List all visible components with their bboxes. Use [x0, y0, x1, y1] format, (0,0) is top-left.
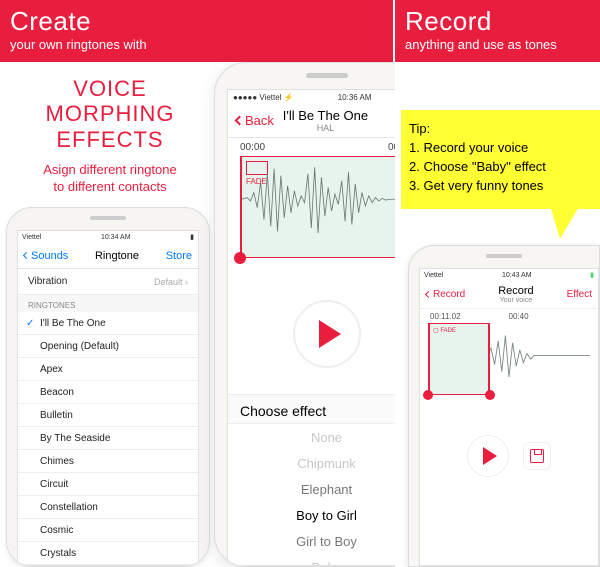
trim-handle-right[interactable]	[485, 390, 495, 400]
ringtone-row[interactable]: Bulletin	[18, 404, 198, 427]
nav-bar: Record Record Your voice Effect	[420, 281, 598, 309]
section-header: RINGTONES	[18, 295, 198, 312]
battery-icon: ▮	[190, 233, 194, 241]
chevron-left-icon	[23, 252, 30, 259]
status-bar: Viettel 10:34 AM ▮	[18, 231, 198, 243]
play-icon	[483, 447, 497, 465]
clock-label: 10:36 AM	[338, 93, 372, 102]
phone-earpiece	[486, 254, 522, 258]
ringtone-row[interactable]: Beacon	[18, 381, 198, 404]
nav-subtitle: HAL	[283, 123, 368, 133]
controls-row	[420, 435, 598, 477]
banner-title: Create	[10, 6, 383, 37]
create-banner: Create your own ringtones with	[0, 0, 393, 62]
waveform-selection[interactable]: ▢ FADE	[428, 323, 490, 395]
tip-callout: Tip: 1. Record your voice 2. Choose "Bab…	[401, 110, 600, 209]
phone-earpiece	[90, 216, 126, 220]
vme-sub: Asign different ringtoneto different con…	[10, 162, 210, 196]
ringtone-row[interactable]: Apex	[18, 358, 198, 381]
phone-earpiece	[306, 73, 348, 78]
save-button[interactable]	[523, 442, 551, 470]
ringtone-row[interactable]: By The Seaside	[18, 427, 198, 450]
phone-right: Viettel 10:43 AM ▮ Record Record Your vo…	[408, 245, 600, 567]
tip-line: 2. Choose "Baby" effect	[409, 158, 592, 177]
back-button[interactable]: Back	[236, 113, 274, 128]
nav-title: Record	[498, 285, 533, 297]
tip-line: 1. Record your voice	[409, 139, 592, 158]
save-icon	[530, 449, 544, 463]
waveform-area[interactable]: ▢ FADE	[428, 323, 590, 395]
play-button[interactable]	[293, 300, 361, 368]
clock-label: 10:34 AM	[101, 234, 131, 241]
chevron-left-icon	[235, 116, 245, 126]
fade-label: ▢ FADE	[433, 327, 456, 334]
phone-small: Viettel 10:34 AM ▮ Sounds Ringtone Store…	[6, 207, 210, 567]
ringtone-row[interactable]: I'll Be The One	[18, 312, 198, 335]
time-start: 00:00	[240, 142, 265, 153]
vibration-row[interactable]: Vibration Default ›	[18, 269, 198, 295]
waveform-icon	[242, 157, 411, 242]
nav-title: I'll Be The One	[283, 108, 368, 123]
record-back-button[interactable]: Record	[426, 289, 465, 300]
battery-icon: ▮	[590, 271, 594, 279]
trim-handle-left[interactable]	[234, 252, 246, 264]
vme-line: EFFECTS	[10, 127, 210, 152]
time-b: 00:40	[509, 312, 529, 321]
waveform-selection[interactable]: FADE	[240, 156, 413, 258]
chevron-left-icon	[425, 291, 432, 298]
store-button[interactable]: Store	[166, 250, 192, 262]
ringtone-row[interactable]: Cosmic	[18, 519, 198, 542]
back-button[interactable]: Sounds	[24, 250, 68, 262]
ringtone-row[interactable]: Constellation	[18, 496, 198, 519]
vibration-value: Default ›	[154, 277, 188, 287]
trim-handles	[240, 258, 413, 276]
play-icon	[319, 320, 341, 348]
carrier-label: Viettel	[424, 272, 443, 279]
right-panel: Record anything and use as tones Tip: 1.…	[395, 0, 600, 567]
play-button[interactable]	[467, 435, 509, 477]
time-labels: 00:11.02 00:40	[420, 309, 598, 323]
banner-subtitle: your own ringtones with	[10, 37, 383, 52]
carrier-label: Viettel	[22, 234, 41, 241]
nav-title-group: I'll Be The One HAL	[283, 108, 368, 133]
banner-title: Record	[405, 6, 590, 37]
nav-title-group: Record Your voice	[498, 285, 533, 304]
nav-subtitle: Your voice	[498, 297, 533, 304]
phone-screen: Viettel 10:34 AM ▮ Sounds Ringtone Store…	[17, 230, 199, 566]
nav-bar: Sounds Ringtone Store	[18, 243, 198, 269]
tip-line: 3. Get very funny tones	[409, 177, 592, 196]
trim-handle-left[interactable]	[423, 390, 433, 400]
vme-line: VOICE	[10, 76, 210, 101]
banner-subtitle: anything and use as tones	[405, 37, 590, 52]
left-panel: Create your own ringtones with VOICE MOR…	[0, 0, 395, 567]
vme-line: MORPHING	[10, 101, 210, 126]
effect-button[interactable]: Effect	[567, 289, 592, 300]
ringtone-row[interactable]: Opening (Default)	[18, 335, 198, 358]
nav-title: Ringtone	[95, 250, 139, 262]
trim-handles	[428, 395, 590, 409]
phone-screen: Viettel 10:43 AM ▮ Record Record Your vo…	[419, 268, 599, 566]
ringtone-row[interactable]: Crystals	[18, 542, 198, 565]
ringtone-row[interactable]: Chimes	[18, 450, 198, 473]
carrier-label: ●●●●● Viettel ⚡	[233, 93, 294, 102]
record-banner: Record anything and use as tones	[395, 0, 600, 62]
clock-label: 10:43 AM	[502, 272, 532, 279]
status-bar: Viettel 10:43 AM ▮	[420, 269, 598, 281]
tip-heading: Tip:	[409, 120, 592, 139]
time-a: 00:11.02	[430, 312, 461, 321]
voice-morphing-block: VOICE MORPHING EFFECTS Asign different r…	[10, 76, 210, 196]
ringtone-row[interactable]: Circuit	[18, 473, 198, 496]
vibration-label: Vibration	[28, 276, 67, 287]
